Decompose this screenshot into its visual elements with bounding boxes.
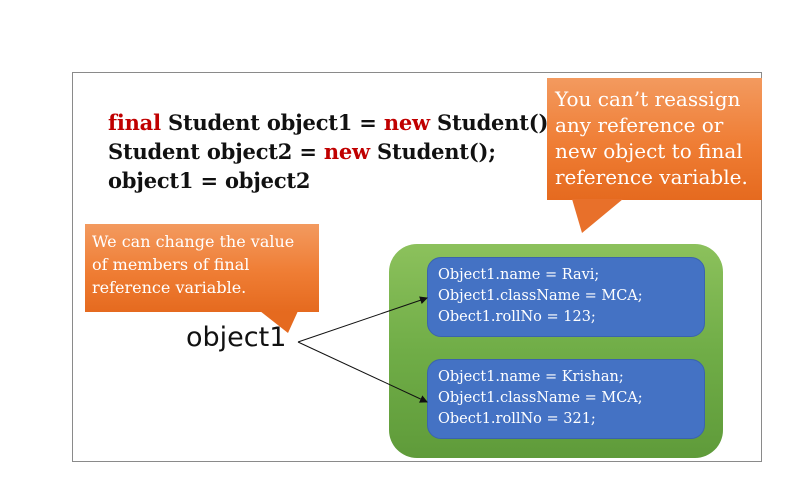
object-card: Object1.name = Krishan; Object1.classNam… xyxy=(427,359,705,439)
reference-variable-label: object1 xyxy=(186,322,287,353)
object-field: Object1.className = MCA; xyxy=(438,288,643,304)
callout-reassign-note: You can’t reassign any reference or new … xyxy=(547,78,762,200)
code-line-2: Student object2 = new Student(); xyxy=(108,137,556,166)
object-field: Object1.name = Ravi; xyxy=(438,267,600,283)
callout-line: new object to final xyxy=(555,139,743,163)
callout-top-tail xyxy=(572,199,623,233)
callout-line: any reference or xyxy=(555,113,724,137)
keyword-final: final xyxy=(108,110,161,135)
code-text: Student(); xyxy=(369,139,496,164)
code-text: Student(); xyxy=(429,110,556,135)
callout-members-note: We can change the value of members of fi… xyxy=(85,224,319,312)
callout-line: You can’t reassign xyxy=(555,87,741,111)
callout-line: reference variable. xyxy=(92,278,247,297)
code-text: Student object2 = xyxy=(108,139,324,164)
callout-line: reference variable. xyxy=(555,165,748,189)
callout-line: of members of final xyxy=(92,255,250,274)
object-field: Obect1.rollNo = 321; xyxy=(438,411,596,427)
code-line-1: final Student object1 = new Student(); xyxy=(108,108,556,137)
code-line-3: object1 = object2 xyxy=(108,168,311,193)
object-card: Object1.name = Ravi; Object1.className =… xyxy=(427,257,705,337)
object-field: Object1.className = MCA; xyxy=(438,390,643,406)
callout-line: We can change the value xyxy=(92,232,295,251)
object-field: Obect1.rollNo = 123; xyxy=(438,309,596,325)
keyword-new: new xyxy=(323,139,370,164)
code-text: Student object1 = xyxy=(160,110,384,135)
object-field: Object1.name = Krishan; xyxy=(438,369,624,385)
keyword-new: new xyxy=(383,110,430,135)
code-snippet: final Student object1 = new Student(); S… xyxy=(108,108,556,195)
